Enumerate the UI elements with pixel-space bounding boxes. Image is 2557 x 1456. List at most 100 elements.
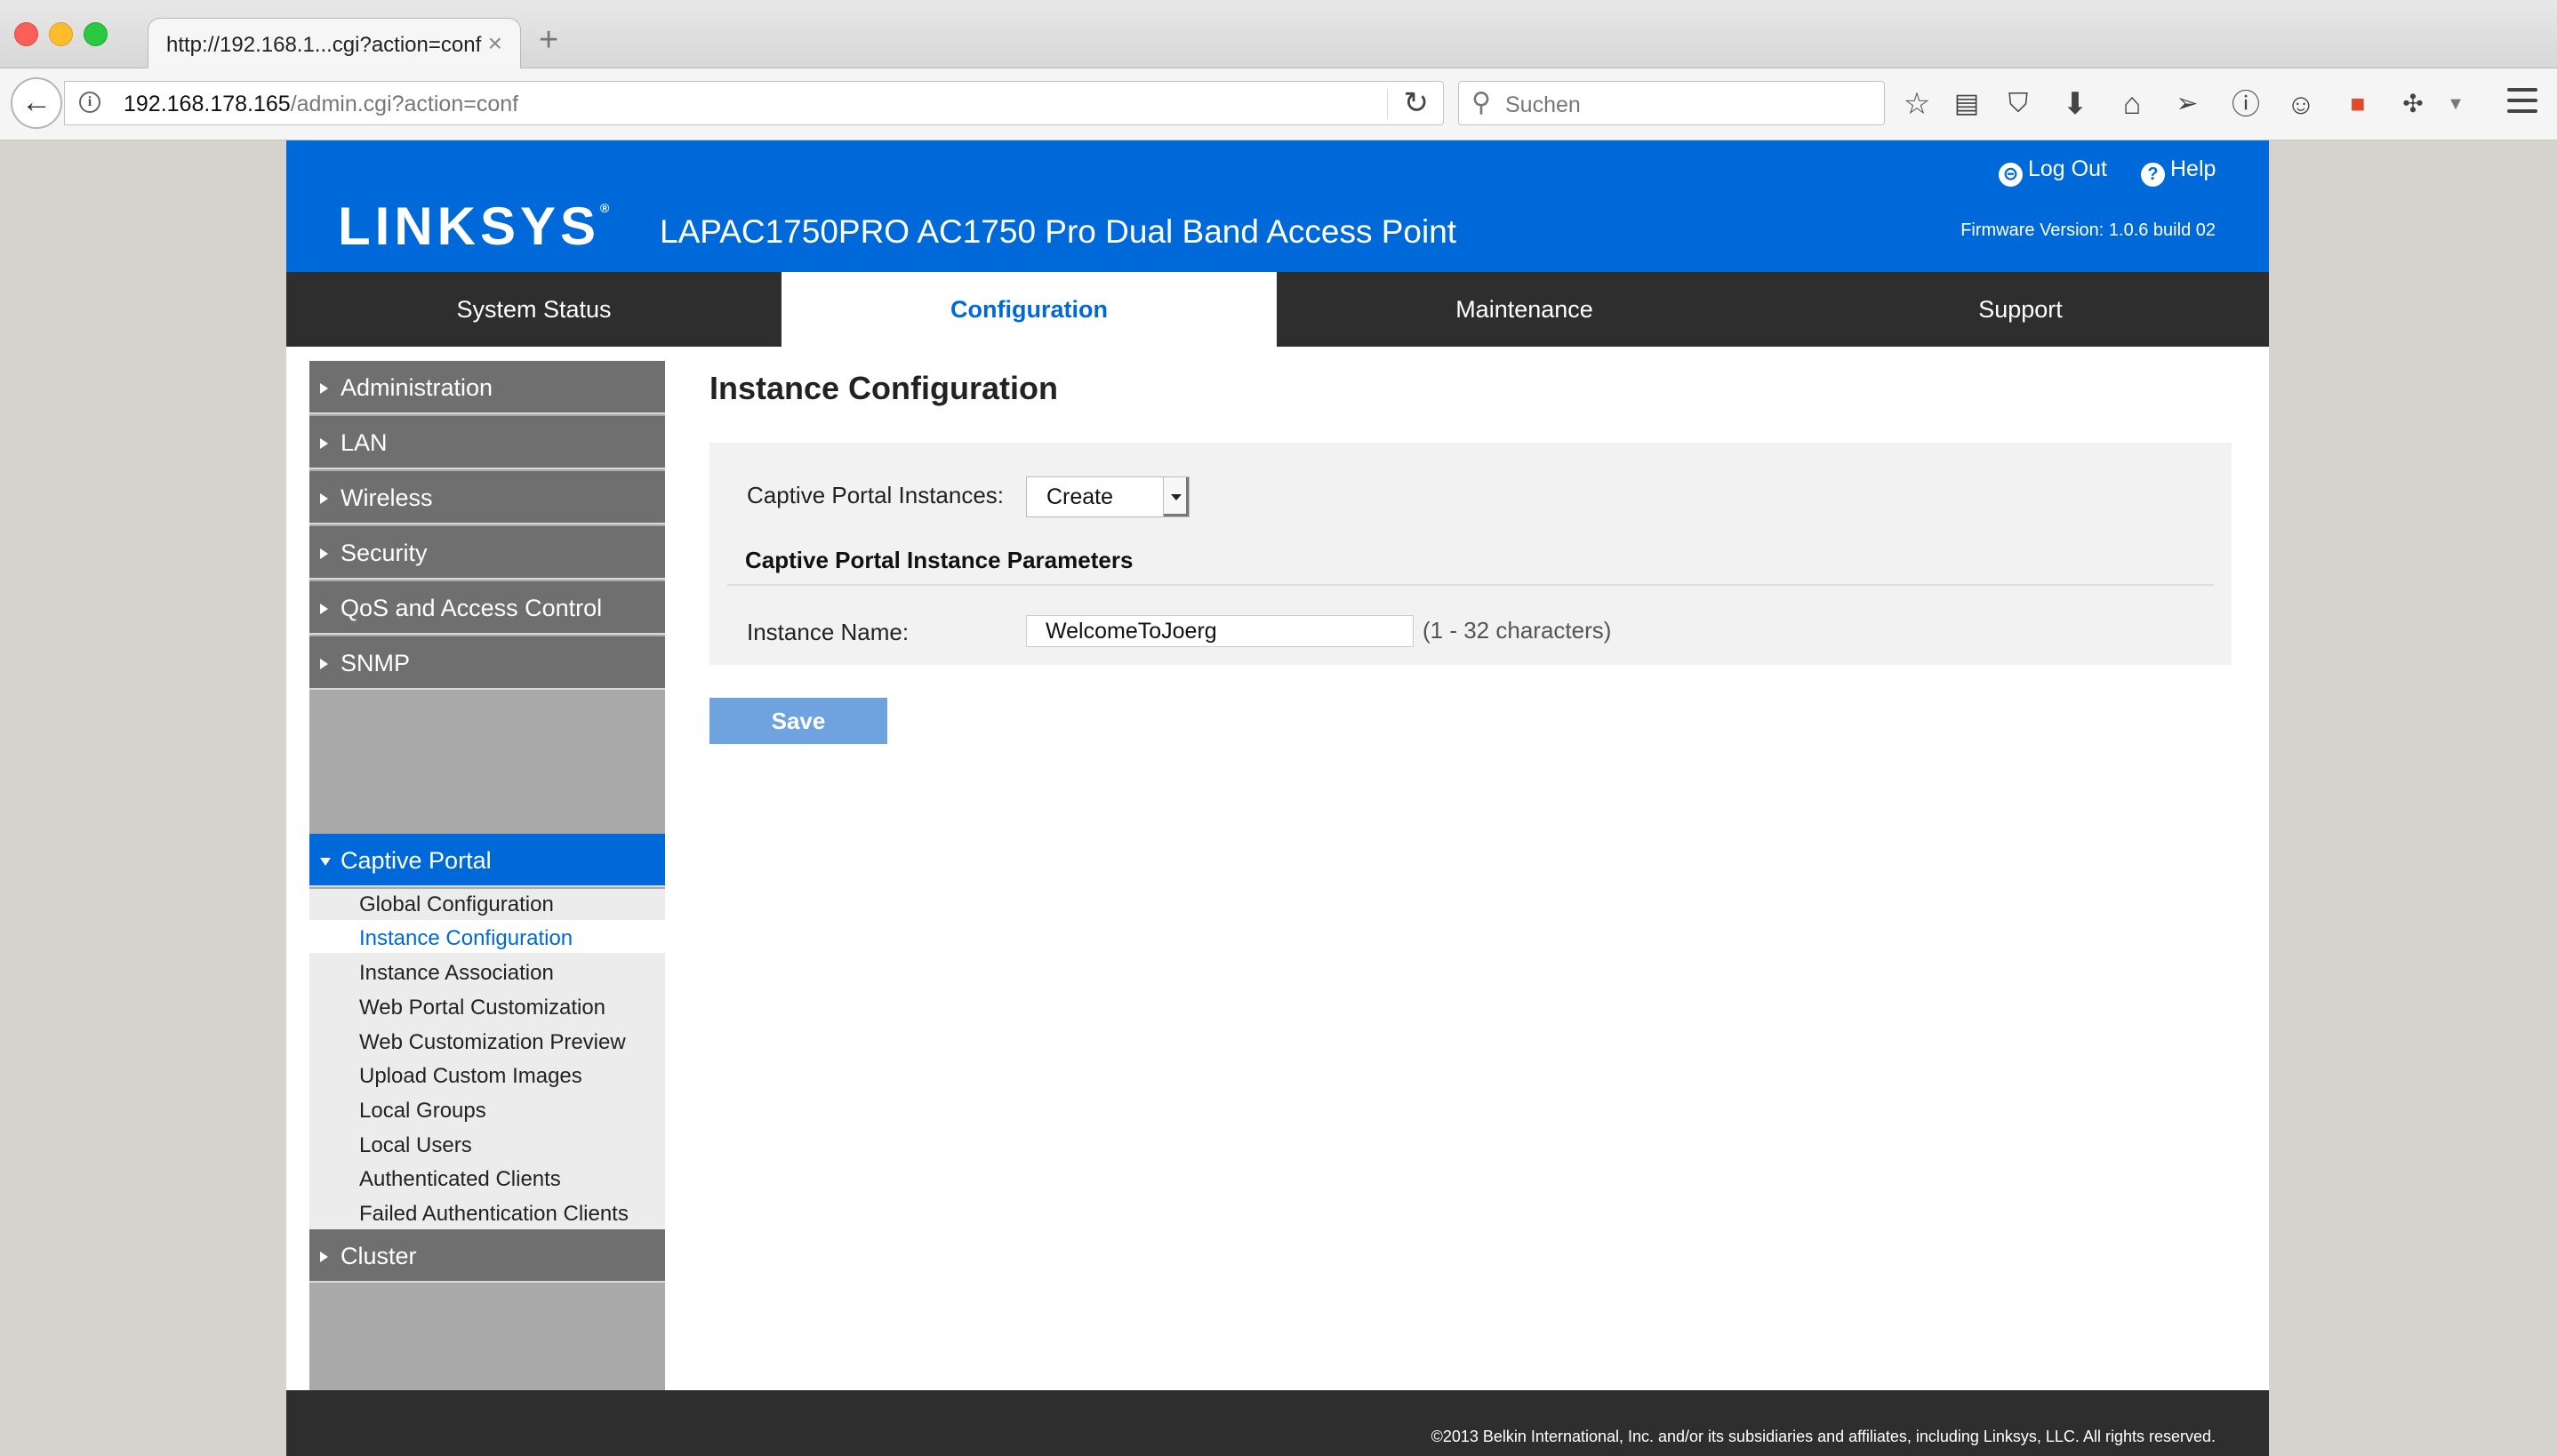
url-text[interactable]: 192.168.178.165/admin.cgi?action=conf — [124, 92, 518, 117]
triangle-down-icon — [320, 858, 331, 866]
instance-name-input[interactable]: WelcomeToJoerg — [1026, 615, 1414, 647]
top-navigation: System Status Configuration Maintenance … — [286, 272, 2269, 347]
subitem-web-customization-preview[interactable]: Web Customization Preview — [359, 1030, 626, 1055]
sidebar-item-label: Security — [341, 540, 428, 566]
sidebar-item-security[interactable]: Security — [309, 526, 665, 580]
subitem-failed-authentication-clients[interactable]: Failed Authentication Clients — [359, 1202, 629, 1227]
subitem-local-users[interactable]: Local Users — [359, 1133, 472, 1158]
logo-registered-mark: ® — [600, 201, 610, 215]
sidebar-item-label: Wireless — [341, 484, 433, 511]
reading-list-icon[interactable]: ▤ — [1947, 86, 1986, 122]
sidebar-item-label: SNMP — [341, 650, 411, 676]
logout-link[interactable]: ⊝ Log Out — [1999, 156, 2107, 187]
triangle-right-icon — [320, 438, 328, 449]
url-host: 192.168.178.165 — [124, 92, 291, 116]
tab-support[interactable]: Support — [1772, 272, 2269, 347]
save-button[interactable]: Save — [709, 698, 887, 744]
search-icon: ⚲ — [1471, 88, 1491, 117]
instances-label: Captive Portal Instances: — [747, 482, 1005, 508]
subitem-authenticated-clients[interactable]: Authenticated Clients — [359, 1167, 561, 1192]
minimize-window-button[interactable] — [49, 22, 73, 46]
help-label: Help — [2170, 156, 2216, 181]
home-icon[interactable]: ⌂ — [2112, 86, 2152, 122]
sidebar-item-wireless[interactable]: Wireless — [309, 471, 665, 524]
page-header: LINKSYS® LAPAC1750PRO AC1750 Pro Dual Ba… — [286, 140, 2269, 272]
triangle-right-icon — [320, 548, 328, 559]
puzzle-icon[interactable]: ✣ — [2393, 86, 2433, 122]
section-title: Captive Portal Instance Parameters — [745, 547, 1134, 573]
search-bar[interactable]: ⚲ Suchen — [1458, 81, 1885, 125]
dropdown-arrow-icon[interactable] — [1163, 477, 1189, 516]
tab-maintenance[interactable]: Maintenance — [1277, 272, 1772, 347]
instance-name-label: Instance Name: — [747, 619, 910, 645]
new-tab-button[interactable]: + — [539, 23, 558, 57]
menu-icon[interactable] — [2507, 88, 2537, 120]
sidebar-item-label: Administration — [341, 374, 493, 401]
site-info-icon[interactable]: i — [79, 92, 100, 113]
zoom-window-button[interactable] — [84, 22, 108, 46]
section-divider — [727, 584, 2214, 586]
sidebar-item-qos[interactable]: QoS and Access Control — [309, 581, 665, 635]
tab-configuration[interactable]: Configuration — [782, 272, 1277, 347]
url-separator — [1387, 89, 1388, 119]
browser-titlebar: http://192.168.1...cgi?action=conf × + — [0, 0, 2557, 68]
sidebar-item-label: QoS and Access Control — [341, 595, 603, 621]
tab-title: http://192.168.1...cgi?action=conf — [166, 33, 482, 57]
sidebar-item-cluster[interactable]: Cluster — [309, 1229, 665, 1283]
tab-close-icon[interactable]: × — [488, 29, 502, 58]
triangle-right-icon — [320, 493, 328, 504]
sidebar-item-lan[interactable]: LAN — [309, 416, 665, 469]
close-window-button[interactable] — [14, 22, 38, 46]
instances-select-value: Create — [1046, 484, 1114, 509]
subitem-local-groups[interactable]: Local Groups — [359, 1099, 486, 1124]
browser-tab[interactable]: http://192.168.1...cgi?action=conf × — [148, 18, 521, 68]
subitem-upload-custom-images[interactable]: Upload Custom Images — [359, 1064, 582, 1089]
subitem-instance-configuration[interactable]: Instance Configuration — [359, 926, 573, 951]
tab-system-status[interactable]: System Status — [286, 272, 782, 347]
chevron-down-icon[interactable]: ▼ — [2436, 86, 2475, 122]
subitem-instance-association[interactable]: Instance Association — [359, 961, 554, 986]
info-circle-icon[interactable]: ⓘ — [2226, 86, 2265, 122]
page-footer: ©2013 Belkin International, Inc. and/or … — [286, 1390, 2269, 1456]
bookmark-star-icon[interactable]: ☆ — [1897, 86, 1936, 122]
firmware-version: Firmware Version: 1.0.6 build 02 — [1960, 220, 2216, 240]
url-path: /admin.cgi?action=conf — [290, 92, 519, 116]
sidebar-item-label: Cluster — [341, 1243, 417, 1269]
instances-select[interactable]: Create — [1026, 476, 1190, 517]
triangle-right-icon — [320, 1252, 328, 1262]
lock-icon: ⊝ — [1999, 163, 2023, 187]
sidebar: Administration LAN Wireless Security QoS… — [309, 361, 665, 1390]
help-link[interactable]: ? Help — [2141, 156, 2216, 187]
download-icon[interactable]: ⬇ — [2056, 86, 2095, 122]
sidebar-item-captive-portal[interactable]: Captive Portal — [309, 834, 665, 887]
sidebar-item-administration[interactable]: Administration — [309, 361, 665, 414]
router-admin-page: LINKSYS® LAPAC1750PRO AC1750 Pro Dual Ba… — [286, 140, 2269, 1456]
triangle-right-icon — [320, 659, 328, 669]
pocket-icon[interactable]: ⛉ — [1999, 86, 2038, 122]
subitem-web-portal-customization[interactable]: Web Portal Customization — [359, 996, 605, 1020]
subitem-global-configuration[interactable]: Global Configuration — [359, 892, 554, 917]
triangle-right-icon — [320, 383, 328, 394]
back-button[interactable]: ← — [11, 77, 62, 129]
product-name: LAPAC1750PRO AC1750 Pro Dual Band Access… — [660, 213, 1457, 250]
help-icon: ? — [2141, 163, 2165, 187]
instance-config-panel: Captive Portal Instances: Create Captive… — [709, 443, 2232, 665]
logo-text: LINKSYS — [338, 196, 601, 256]
send-icon[interactable]: ➢ — [2168, 86, 2207, 122]
copyright-text: ©2013 Belkin International, Inc. and/or … — [1431, 1428, 2216, 1445]
extension-icon[interactable]: ■ — [2338, 86, 2377, 122]
captive-portal-submenu: Global Configuration Instance Configurat… — [309, 889, 665, 1229]
instance-name-hint: (1 - 32 characters) — [1423, 617, 1612, 644]
sidebar-item-label: LAN — [341, 429, 388, 456]
logout-label: Log Out — [2028, 156, 2107, 181]
sidebar-item-label: Captive Portal — [341, 847, 492, 874]
reload-icon[interactable]: ↻ — [1404, 85, 1430, 121]
back-arrow-icon: ← — [21, 85, 52, 119]
linksys-logo: LINKSYS® — [338, 196, 609, 257]
search-input[interactable]: Suchen — [1505, 92, 1581, 118]
browser-navbar: ← i 192.168.178.165/admin.cgi?action=con… — [0, 68, 2557, 140]
triangle-right-icon — [320, 604, 328, 614]
url-bar[interactable]: i 192.168.178.165/admin.cgi?action=conf … — [64, 81, 1444, 125]
chat-icon[interactable]: ☺ — [2281, 86, 2321, 122]
sidebar-item-snmp[interactable]: SNMP — [309, 636, 665, 690]
